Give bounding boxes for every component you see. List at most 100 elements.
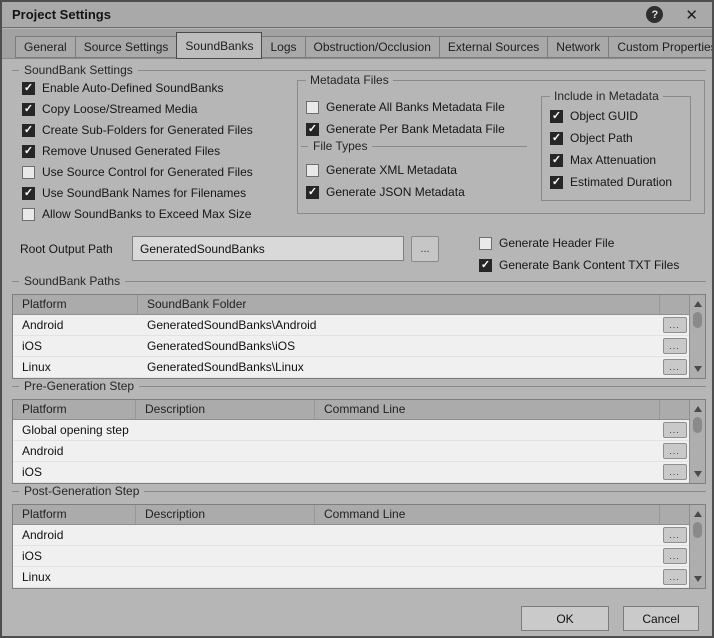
table-row[interactable]: Global opening step ... <box>13 420 689 441</box>
cancel-button[interactable]: Cancel <box>623 606 699 631</box>
soundbank-paths-group-title: SoundBank Paths <box>12 274 706 288</box>
cell-folder: GeneratedSoundBanks\iOS <box>138 339 660 353</box>
table-row[interactable]: iOS ... <box>13 546 689 567</box>
checkbox-object-path[interactable]: Object Path <box>550 131 633 145</box>
scroll-up-icon[interactable] <box>690 402 705 416</box>
column-header-command-line[interactable]: Command Line <box>315 505 660 524</box>
checkbox[interactable] <box>22 103 35 116</box>
column-header-platform[interactable]: Platform <box>13 505 136 524</box>
edit-step-button[interactable]: ... <box>663 548 687 564</box>
checkbox-label: Use SoundBank Names for Filenames <box>42 186 246 200</box>
vertical-scrollbar[interactable] <box>689 505 705 588</box>
scroll-up-icon[interactable] <box>690 297 705 311</box>
scroll-down-icon[interactable] <box>690 572 705 586</box>
column-header-platform[interactable]: Platform <box>13 400 136 419</box>
checkbox[interactable] <box>550 176 563 189</box>
table-header: Platform Description Command Line <box>13 400 689 420</box>
table-row[interactable]: iOS ... <box>13 462 689 483</box>
tab-network[interactable]: Network <box>547 36 609 58</box>
checkbox-label: Max Attenuation <box>570 153 656 167</box>
table-row[interactable]: Android ... <box>13 525 689 546</box>
checkbox[interactable] <box>22 82 35 95</box>
edit-step-button[interactable]: ... <box>663 527 687 543</box>
checkbox-use-soundbank-names[interactable]: Use SoundBank Names for Filenames <box>22 186 246 200</box>
checkbox[interactable] <box>22 124 35 137</box>
tab-obstruction-occlusion[interactable]: Obstruction/Occlusion <box>305 36 440 58</box>
table-row[interactable]: iOS GeneratedSoundBanks\iOS ... <box>13 336 689 357</box>
checkbox[interactable] <box>22 145 35 158</box>
vertical-scrollbar[interactable] <box>689 400 705 483</box>
checkbox[interactable] <box>479 237 492 250</box>
edit-path-button[interactable]: ... <box>663 317 687 333</box>
pre-generation-group-title: Pre-Generation Step <box>12 379 706 393</box>
scroll-thumb[interactable] <box>693 312 702 328</box>
checkbox-enable-auto-defined-soundbanks[interactable]: Enable Auto-Defined SoundBanks <box>22 81 223 95</box>
checkbox[interactable] <box>306 101 319 114</box>
close-icon[interactable]: ✕ <box>681 6 702 24</box>
vertical-scrollbar[interactable] <box>689 295 705 378</box>
help-icon[interactable]: ? <box>646 6 663 23</box>
checkbox[interactable] <box>306 123 319 136</box>
table-row[interactable]: Linux GeneratedSoundBanks\Linux ... <box>13 357 689 378</box>
table-header: Platform Description Command Line <box>13 505 689 525</box>
checkbox-label: Generate Header File <box>499 236 614 250</box>
tab-custom-properties[interactable]: Custom Properties <box>608 36 714 58</box>
checkbox-copy-loose-streamed-media[interactable]: Copy Loose/Streamed Media <box>22 102 197 116</box>
edit-step-button[interactable]: ... <box>663 443 687 459</box>
tab-external-sources[interactable]: External Sources <box>439 36 548 58</box>
scroll-thumb[interactable] <box>693 417 702 433</box>
edit-step-button[interactable]: ... <box>663 464 687 480</box>
checkbox-generate-per-bank-metadata[interactable]: Generate Per Bank Metadata File <box>306 122 505 136</box>
edit-step-button[interactable]: ... <box>663 569 687 585</box>
table-row[interactable]: Android ... <box>13 441 689 462</box>
tab-soundbanks[interactable]: SoundBanks <box>176 32 262 59</box>
checkbox[interactable] <box>306 164 319 177</box>
edit-step-button[interactable]: ... <box>663 422 687 438</box>
checkbox-label: Generate XML Metadata <box>326 163 457 177</box>
cell-platform: iOS <box>13 339 138 353</box>
checkbox[interactable] <box>306 186 319 199</box>
column-header-description[interactable]: Description <box>136 400 315 419</box>
column-header-soundbank-folder[interactable]: SoundBank Folder <box>138 295 660 314</box>
checkbox-generate-bank-content-txt[interactable]: Generate Bank Content TXT Files <box>479 258 679 272</box>
column-header-description[interactable]: Description <box>136 505 315 524</box>
checkbox-max-attenuation[interactable]: Max Attenuation <box>550 153 656 167</box>
column-header-platform[interactable]: Platform <box>13 295 138 314</box>
scroll-down-icon[interactable] <box>690 362 705 376</box>
root-output-path-input[interactable] <box>132 236 404 261</box>
checkbox[interactable] <box>22 208 35 221</box>
edit-path-button[interactable]: ... <box>663 359 687 375</box>
checkbox[interactable] <box>22 166 35 179</box>
checkbox-generate-json-metadata[interactable]: Generate JSON Metadata <box>306 185 465 199</box>
scroll-down-icon[interactable] <box>690 467 705 481</box>
cell-platform: Global opening step <box>13 423 136 437</box>
checkbox[interactable] <box>479 259 492 272</box>
checkbox-remove-unused-generated-files[interactable]: Remove Unused Generated Files <box>22 144 220 158</box>
scroll-thumb[interactable] <box>693 522 702 538</box>
checkbox[interactable] <box>550 154 563 167</box>
title-bar[interactable]: Project Settings ? ✕ <box>2 2 712 28</box>
scroll-up-icon[interactable] <box>690 507 705 521</box>
checkbox[interactable] <box>550 110 563 123</box>
checkbox-object-guid[interactable]: Object GUID <box>550 109 638 123</box>
tab-general[interactable]: General <box>15 36 76 58</box>
checkbox-label: Copy Loose/Streamed Media <box>42 102 197 116</box>
checkbox-generate-header-file[interactable]: Generate Header File <box>479 236 614 250</box>
checkbox-allow-exceed-max-size[interactable]: Allow SoundBanks to Exceed Max Size <box>22 207 251 221</box>
checkbox[interactable] <box>22 187 35 200</box>
checkbox-estimated-duration[interactable]: Estimated Duration <box>550 175 672 189</box>
table-row[interactable]: Android GeneratedSoundBanks\Android ... <box>13 315 689 336</box>
table-row[interactable]: Linux ... <box>13 567 689 588</box>
tab-source-settings[interactable]: Source Settings <box>75 36 178 58</box>
tab-logs[interactable]: Logs <box>261 36 305 58</box>
edit-path-button[interactable]: ... <box>663 338 687 354</box>
cell-platform: Android <box>13 528 136 542</box>
checkbox-generate-all-banks-metadata[interactable]: Generate All Banks Metadata File <box>306 100 505 114</box>
checkbox-use-source-control[interactable]: Use Source Control for Generated Files <box>22 165 253 179</box>
checkbox-generate-xml-metadata[interactable]: Generate XML Metadata <box>306 163 457 177</box>
checkbox-create-sub-folders[interactable]: Create Sub-Folders for Generated Files <box>22 123 253 137</box>
ok-button[interactable]: OK <box>521 606 609 631</box>
checkbox[interactable] <box>550 132 563 145</box>
column-header-command-line[interactable]: Command Line <box>315 400 660 419</box>
browse-root-path-button[interactable]: ... <box>411 236 439 262</box>
